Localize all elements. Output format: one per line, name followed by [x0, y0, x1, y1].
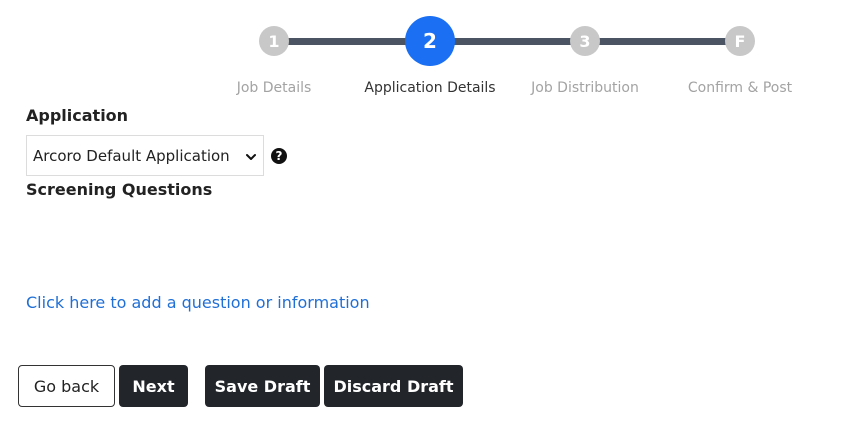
add-question-link[interactable]: Click here to add a question or informat… — [26, 293, 370, 312]
step-3-number: 3 — [579, 31, 591, 51]
step-final-label: Confirm & Post — [687, 80, 793, 96]
step-3-label: Job Distribution — [531, 80, 639, 96]
stepper-track — [274, 38, 740, 45]
step-2-number: 2 — [423, 29, 437, 53]
question-circle-icon[interactable]: ? — [271, 148, 287, 164]
screening-questions-label: Screening Questions — [26, 180, 213, 199]
step-2-marker[interactable]: 2 — [405, 16, 455, 66]
save-draft-button[interactable]: Save Draft — [205, 365, 320, 407]
step-1-label: Job Details — [236, 80, 312, 96]
chevron-down-icon — [245, 149, 257, 167]
step-1-number: 1 — [268, 31, 280, 51]
next-button[interactable]: Next — [119, 365, 188, 407]
step-2-label: Application Details — [364, 80, 496, 96]
progress-stepper: 1 2 3 F Job Details Application Details … — [0, 0, 862, 100]
step-1-marker[interactable]: 1 — [259, 26, 289, 56]
step-final-letter: F — [734, 31, 746, 51]
step-3-marker[interactable]: 3 — [570, 26, 600, 56]
application-select[interactable]: Arcoro Default Application — [26, 135, 264, 176]
step-final-marker[interactable]: F — [725, 26, 755, 56]
go-back-button[interactable]: Go back — [18, 365, 115, 407]
discard-draft-button[interactable]: Discard Draft — [324, 365, 463, 407]
application-label: Application — [26, 106, 129, 125]
application-select-value: Arcoro Default Application — [33, 146, 230, 165]
